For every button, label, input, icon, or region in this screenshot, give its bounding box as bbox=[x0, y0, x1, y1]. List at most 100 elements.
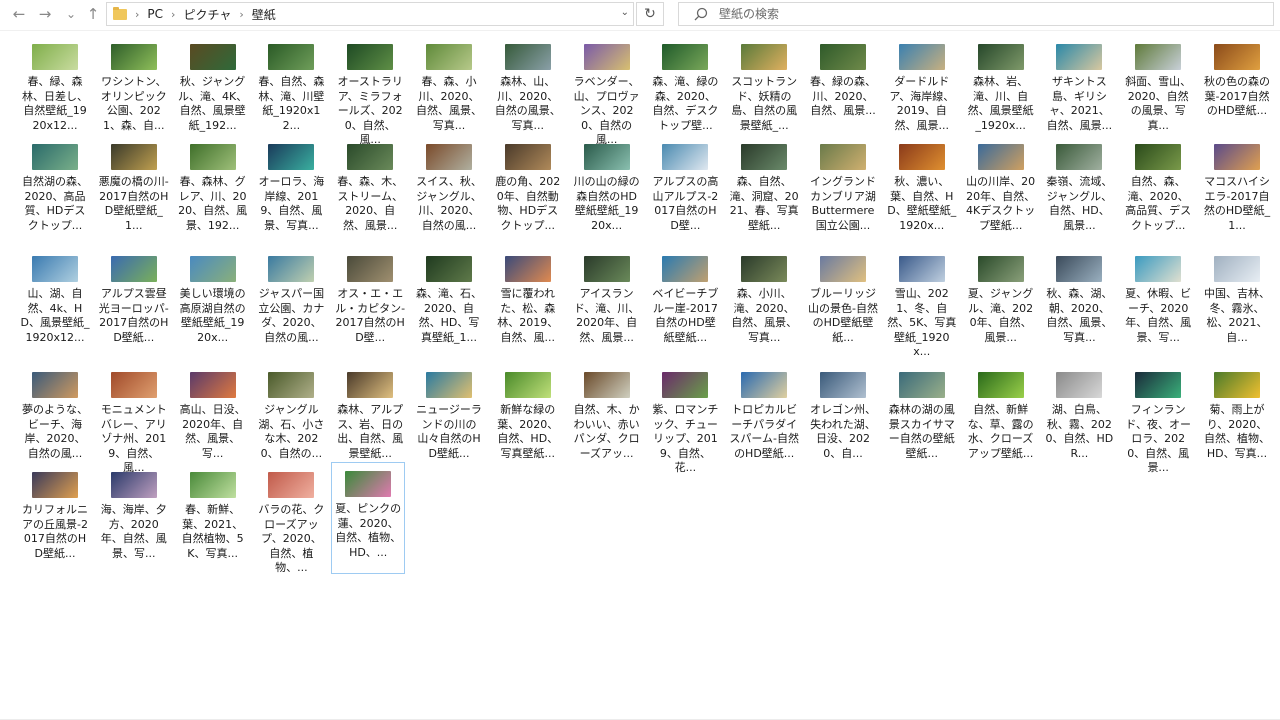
search-input[interactable] bbox=[717, 6, 1241, 22]
file-item[interactable]: 斜面、雪山、2020、自然の風景、写真... bbox=[1121, 36, 1195, 133]
file-item[interactable]: ブルーリッジ山の景色-自然のHD壁紙壁紙... bbox=[806, 248, 880, 345]
arrow-left-icon: ← bbox=[12, 5, 26, 23]
file-item[interactable]: マコスハイシエラ-2017自然のHD壁紙_1... bbox=[1200, 136, 1274, 233]
file-name: 新鮮な緑の葉、2020、自然、HD、写真壁紙... bbox=[497, 403, 559, 460]
chevron-down-icon[interactable]: ⌄ bbox=[621, 7, 629, 18]
back-button[interactable]: ← bbox=[8, 3, 30, 25]
recent-locations-button[interactable]: ⌄ bbox=[60, 3, 82, 25]
image-thumbnail bbox=[583, 256, 630, 282]
file-item[interactable]: 山の川岸、2020年、自然、4Kデスクトップ壁紙... bbox=[964, 136, 1038, 233]
file-item[interactable]: ニュージーランドの川の山々自然のHD壁紙... bbox=[412, 364, 486, 461]
file-item[interactable]: 森林、山、川、2020、自然の風景、写真... bbox=[491, 36, 565, 133]
image-thumbnail bbox=[347, 44, 394, 70]
image-thumbnail bbox=[32, 144, 78, 170]
file-item[interactable]: 菊、雨上がり、2020、自然、植物、HD、写真... bbox=[1200, 364, 1274, 461]
file-item[interactable]: 新鮮な緑の葉、2020、自然、HD、写真壁紙... bbox=[491, 364, 565, 461]
file-item[interactable]: 美しい環境の高原湖自然の壁紙壁紙_1920x... bbox=[176, 248, 250, 345]
file-item[interactable]: オス・エ・エル・カピタン-2017自然のHD壁... bbox=[333, 248, 407, 345]
address-bar[interactable]: › PC › ピクチャ › 壁紙 ⌄ bbox=[106, 2, 634, 26]
file-item[interactable]: ジャスパー国立公園、カナダ、2020、自然の風... bbox=[254, 248, 328, 345]
file-item[interactable]: 春、新鮮、葉、2021、自然植物、5K、写真... bbox=[176, 464, 250, 561]
file-item[interactable]: アルプスの高山アルプス-2017自然のHD壁... bbox=[648, 136, 722, 233]
file-item[interactable]: 春、森、小川、2020、自然、風景、写真... bbox=[412, 36, 486, 133]
file-item[interactable]: 秋、ジャングル、滝、4K、自然、風景壁紙_192... bbox=[176, 36, 250, 133]
file-item[interactable]: 春、自然、森林、滝、川壁紙_1920x12... bbox=[254, 36, 328, 133]
file-item[interactable]: 山、湖、自然、4k、HD、風景壁紙_1920x12... bbox=[18, 248, 92, 345]
breadcrumb-pictures[interactable]: ピクチャ bbox=[183, 6, 231, 23]
file-item[interactable]: ダードルドア、海岸線、2019、自然、風景... bbox=[885, 36, 959, 133]
file-item[interactable]: イングランドカンブリア湖Buttermere国立公園... bbox=[806, 136, 880, 233]
file-item[interactable]: ザキントス島、ギリシャ、2021、自然、風景... bbox=[1042, 36, 1116, 133]
breadcrumb-wallpaper[interactable]: 壁紙 bbox=[252, 6, 276, 23]
image-thumbnail bbox=[1135, 256, 1182, 282]
arrow-right-icon: → bbox=[38, 5, 52, 23]
file-item[interactable]: オーロラ、海岸線、2019、自然、風景、写真... bbox=[254, 136, 328, 233]
file-item[interactable]: ベイビーチブルー崖-2017自然のHD壁紙壁紙... bbox=[648, 248, 722, 345]
file-item[interactable]: 自然、新鮮な、草、露の水、クローズアップ壁紙... bbox=[964, 364, 1038, 461]
file-item[interactable]: 森、滝、石、2020、自然、HD、写真壁紙_1... bbox=[412, 248, 486, 345]
image-thumbnail bbox=[898, 372, 945, 398]
file-item[interactable]: 森、自然、滝、洞窟、2021、春、写真壁紙... bbox=[727, 136, 801, 233]
file-item[interactable]: 川の山の緑の森自然のHD壁紙壁紙_1920x... bbox=[570, 136, 644, 233]
file-item[interactable]: 夏、ピンクの蓮、2020、自然、植物、HD、... bbox=[331, 462, 406, 574]
file-name: ニュージーランドの川の山々自然のHD壁紙... bbox=[416, 403, 482, 460]
file-name: 春、森、木、ストリーム、2020、自然、風景... bbox=[337, 175, 404, 232]
file-item[interactable]: スイス、秋、ジャングル、川、2020、自然の風... bbox=[412, 136, 486, 233]
file-item[interactable]: 紫、ロマンチック、チューリップ、2019、自然、花... bbox=[648, 364, 722, 476]
up-button[interactable]: ↑ bbox=[82, 3, 104, 25]
file-item[interactable]: バラの花、クローズアップ、2020、自然、植物、... bbox=[254, 464, 328, 576]
file-item[interactable]: オレゴン州、失われた湖、日没、2020、自... bbox=[806, 364, 880, 461]
file-item[interactable]: 自然、木、かわいい、赤いパンダ、クローズアッ... bbox=[570, 364, 644, 461]
file-item[interactable]: アイスランド、滝、川、2020年、自然、風景... bbox=[570, 248, 644, 345]
file-name: ジャングル湖、石、小さな木、2020、自然の... bbox=[258, 403, 325, 460]
forward-button[interactable]: → bbox=[34, 3, 56, 25]
file-item[interactable]: 悪魔の橋の川-2017自然のHD壁紙壁紙_1... bbox=[97, 136, 171, 233]
file-item[interactable]: 高山、日没、2020年、自然、風景、写... bbox=[176, 364, 250, 461]
image-thumbnail bbox=[1135, 372, 1182, 398]
file-item[interactable]: 雪に覆われた、松、森林、2019、自然、風... bbox=[491, 248, 565, 345]
image-thumbnail bbox=[189, 44, 236, 70]
file-item[interactable]: 森林の湖の風景スカイサマー自然の壁紙壁紙... bbox=[885, 364, 959, 461]
file-item[interactable]: 森林、アルプス、岩、日の出、自然、風景壁紙... bbox=[333, 364, 407, 461]
file-item[interactable]: アルプス雲昼光ヨーロッパ-2017自然のHD壁紙... bbox=[97, 248, 171, 345]
breadcrumb-pc[interactable]: PC bbox=[147, 7, 163, 21]
file-item[interactable]: 春、森林、グレア、川、2020、自然、風景、192... bbox=[176, 136, 250, 233]
file-item[interactable]: カリフォルニアの丘風景-2017自然のHD壁紙... bbox=[18, 464, 92, 561]
refresh-button[interactable]: ↻ bbox=[636, 2, 664, 26]
file-item[interactable]: 海、海岸、夕方、2020年、自然、風景、写... bbox=[97, 464, 171, 561]
file-item[interactable]: 夏、ジャングル、滝、2020年、自然、風景... bbox=[964, 248, 1038, 345]
file-item[interactable]: 自然湖の森、2020、高品質、HDデスクトップ... bbox=[18, 136, 92, 233]
file-item[interactable]: フィンランド、夜、オーロラ、2020、自然、風景... bbox=[1121, 364, 1195, 476]
refresh-icon: ↻ bbox=[644, 6, 656, 22]
file-item[interactable]: 自然、森、滝、2020、高品質、デスクトップ... bbox=[1121, 136, 1195, 233]
file-item[interactable]: 雪山、2021、冬、自然、5K、写真壁紙_1920x... bbox=[885, 248, 959, 360]
file-item[interactable]: ラベンダー、山、プロヴァンス、2020、自然の風... bbox=[570, 36, 644, 148]
image-thumbnail bbox=[504, 256, 551, 282]
image-thumbnail bbox=[345, 471, 392, 497]
file-item[interactable]: 春、森、木、ストリーム、2020、自然、風景... bbox=[333, 136, 407, 233]
file-item[interactable]: 中国、吉林、冬、霧氷、松、2021、自... bbox=[1200, 248, 1274, 345]
file-item[interactable]: ワシントン、オリンピック公園、2021、森、自... bbox=[97, 36, 171, 133]
file-item[interactable]: オーストラリア、ミラフォールズ、2020、自然、風... bbox=[333, 36, 407, 148]
file-item[interactable]: 鹿の角、2020年、自然動物、HDデスクトップ... bbox=[491, 136, 565, 233]
image-thumbnail bbox=[32, 472, 78, 498]
file-item[interactable]: スコットランド、妖精の島、自然の風景壁紙_... bbox=[727, 36, 801, 133]
file-item[interactable]: 春、緑の森、川、2020、自然、風景... bbox=[806, 36, 880, 119]
search-box[interactable] bbox=[678, 2, 1274, 26]
file-item[interactable]: 春、緑、森林、日差し、自然壁紙_1920x12... bbox=[18, 36, 92, 133]
file-item[interactable]: 秋、濃い、葉、自然、HD、壁紙壁紙_1920x... bbox=[885, 136, 959, 233]
file-item[interactable]: 夏、休暇、ビーチ、2020年、自然、風景、写... bbox=[1121, 248, 1195, 345]
file-name: 斜面、雪山、2020、自然の風景、写真... bbox=[1125, 75, 1192, 132]
file-item[interactable]: 森、滝、緑の森、2020、自然、デスクトップ壁... bbox=[648, 36, 722, 133]
file-item[interactable]: 湖、白鳥、秋、霧、2020、自然、HDR... bbox=[1042, 364, 1116, 461]
image-thumbnail bbox=[32, 44, 78, 70]
file-item[interactable]: 秦嶺、流域、ジャングル、自然、HD、風景... bbox=[1042, 136, 1116, 233]
file-item[interactable]: ジャングル湖、石、小さな木、2020、自然の... bbox=[254, 364, 328, 461]
file-item[interactable]: 森、小川、滝、2020、自然、風景、写真... bbox=[727, 248, 801, 345]
file-item[interactable]: トロピカルビーチパラダイスパーム-自然のHD壁紙... bbox=[727, 364, 801, 461]
file-item[interactable]: モニュメントバレー、アリゾナ州、2019、自然、風... bbox=[97, 364, 171, 476]
file-item[interactable]: 秋の色の森の葉-2017自然のHD壁紙... bbox=[1200, 36, 1274, 119]
file-item[interactable]: 夢のような、ビーチ、海岸、2020、自然の風... bbox=[18, 364, 92, 461]
file-item[interactable]: 森林、岩、滝、川、自然、風景壁紙_1920x... bbox=[964, 36, 1038, 133]
file-item[interactable]: 秋、森、湖、朝、2020、自然、風景、写真... bbox=[1042, 248, 1116, 345]
